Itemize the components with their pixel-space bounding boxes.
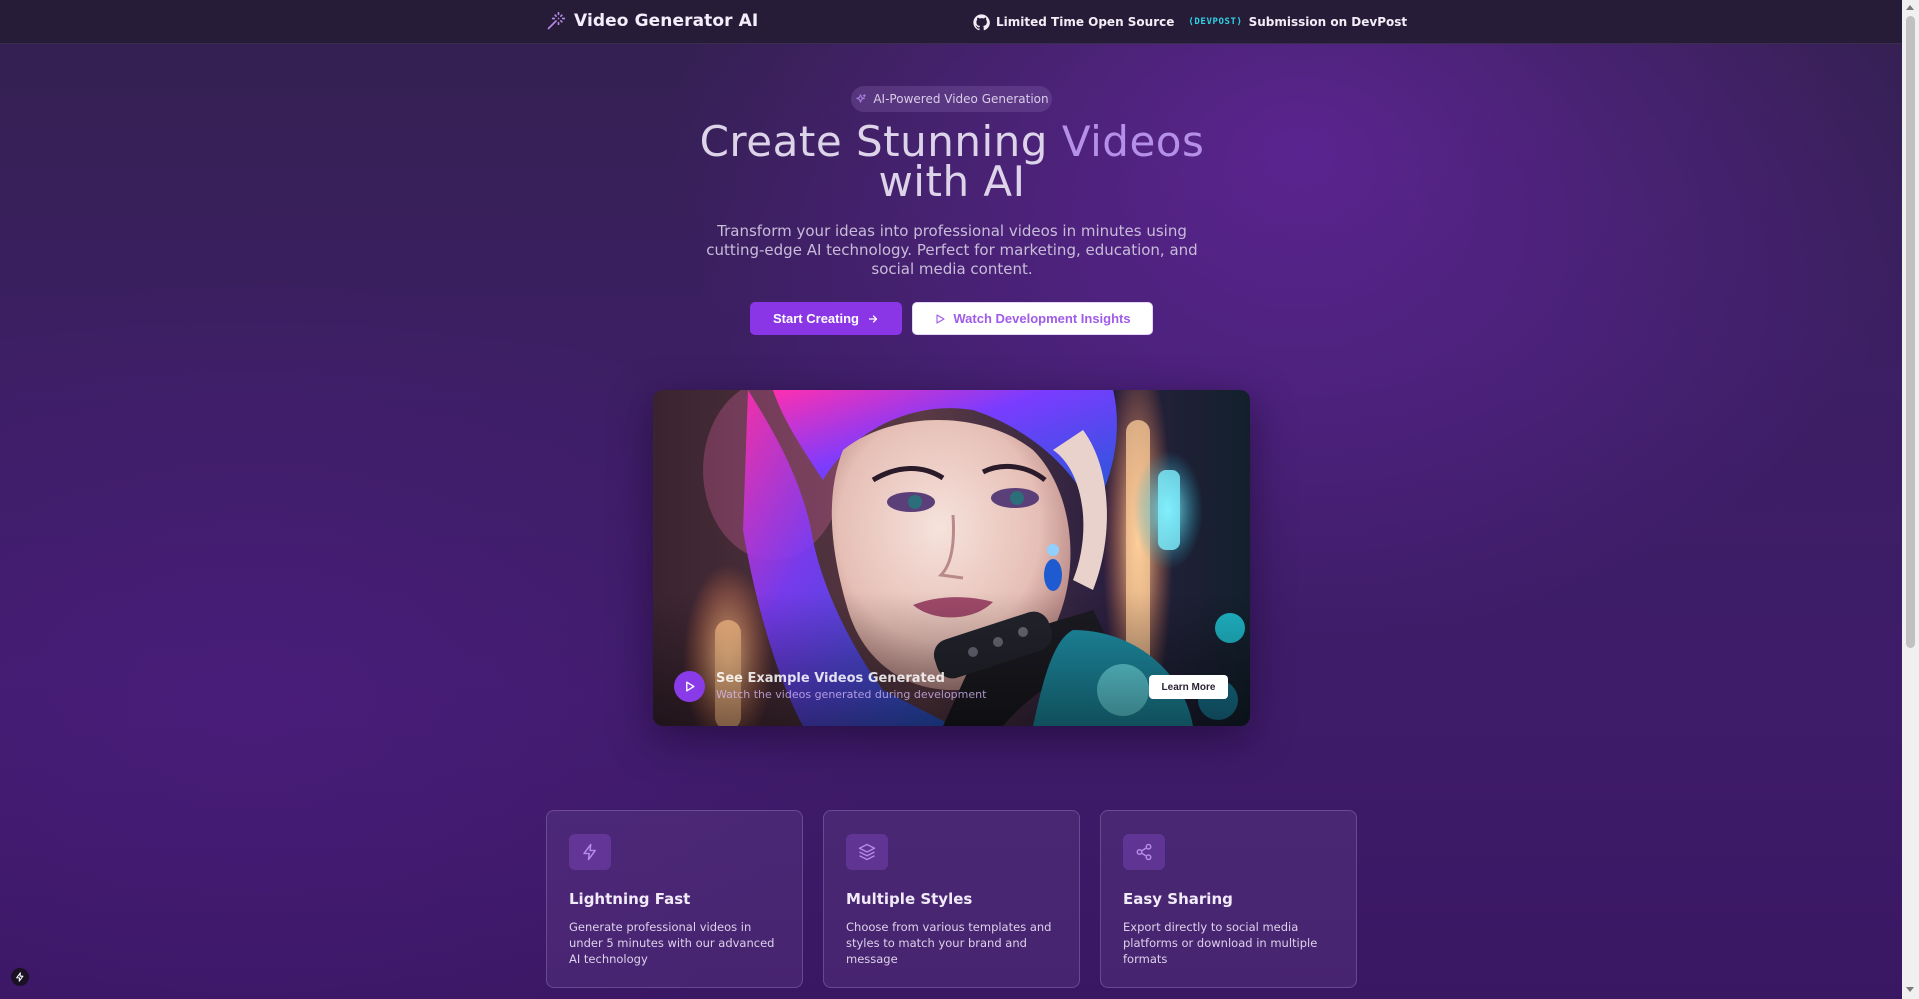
watch-insights-label: Watch Development Insights — [953, 311, 1131, 326]
github-icon — [973, 13, 990, 30]
devpost-logo: ⟨DEVPOST⟩ — [1188, 17, 1243, 27]
brand-title: Video Generator AI — [574, 11, 759, 31]
feature-icon-container — [1123, 834, 1165, 870]
hero-title-part2: with AI — [878, 157, 1026, 206]
top-navigation-bar: Video Generator AI Limited Time Open Sou… — [0, 0, 1902, 44]
share-icon — [1136, 843, 1152, 861]
scrollbar-thumb[interactable] — [1906, 16, 1915, 648]
scroll-up-arrow[interactable] — [1906, 5, 1914, 10]
example-video-card[interactable]: See Example Videos Generated Watch the v… — [653, 390, 1250, 726]
learn-more-button[interactable]: Learn More — [1149, 675, 1228, 699]
lightning-icon — [16, 972, 24, 982]
start-creating-label: Start Creating — [773, 311, 859, 326]
watch-development-insights-button[interactable]: Watch Development Insights — [912, 302, 1153, 335]
ai-powered-pill: AI-Powered Video Generation — [851, 86, 1052, 112]
feature-icon-container — [569, 834, 611, 870]
feature-title: Multiple Styles — [846, 890, 973, 908]
play-icon — [686, 681, 695, 692]
magic-wand-icon — [547, 11, 566, 30]
scroll-down-arrow[interactable] — [1906, 987, 1914, 992]
hero-subtitle: Transform your ideas into professional v… — [706, 222, 1198, 278]
feature-description: Export directly to social media platform… — [1123, 920, 1318, 966]
pill-label: AI-Powered Video Generation — [873, 92, 1049, 106]
play-icon — [936, 313, 945, 324]
hero-title-accent: Videos — [1061, 117, 1205, 166]
feature-card-multiple-styles: Multiple Styles Choose from various temp… — [823, 810, 1080, 988]
start-creating-button[interactable]: Start Creating — [750, 302, 902, 335]
lightning-icon — [583, 843, 596, 861]
sparkles-icon — [856, 93, 867, 103]
devpost-link[interactable]: ⟨DEVPOST⟩ Submission on DevPost — [1188, 15, 1407, 29]
layers-icon — [858, 843, 876, 861]
feature-icon-container — [846, 834, 888, 870]
devpost-label: Submission on DevPost — [1248, 15, 1408, 29]
vertical-scrollbar[interactable] — [1902, 0, 1919, 999]
dev-tools-badge[interactable] — [11, 968, 29, 986]
feature-title: Easy Sharing — [1123, 890, 1233, 908]
open-source-label: Limited Time Open Source — [996, 15, 1175, 29]
feature-card-lightning-fast: Lightning Fast Generate professional vid… — [546, 810, 803, 988]
video-caption-title: See Example Videos Generated — [716, 671, 945, 686]
arrow-right-icon — [868, 314, 878, 323]
feature-description: Choose from various templates and styles… — [846, 920, 1052, 966]
header-links: Limited Time Open Source ⟨DEVPOST⟩ Submi… — [973, 12, 1407, 32]
feature-description: Generate professional videos in under 5 … — [569, 920, 775, 966]
feature-card-easy-sharing: Easy Sharing Export directly to social m… — [1100, 810, 1357, 988]
video-caption-subtitle: Watch the videos generated during develo… — [716, 688, 987, 701]
open-source-link[interactable]: Limited Time Open Source — [973, 13, 1175, 31]
brand-logo[interactable]: Video Generator AI — [546, 9, 758, 33]
feature-title: Lightning Fast — [569, 890, 691, 908]
hero-title: Create Stunning Videos with AI — [560, 121, 1344, 203]
video-caption: See Example Videos Generated Watch the v… — [716, 671, 986, 701]
play-example-button[interactable] — [674, 671, 705, 702]
